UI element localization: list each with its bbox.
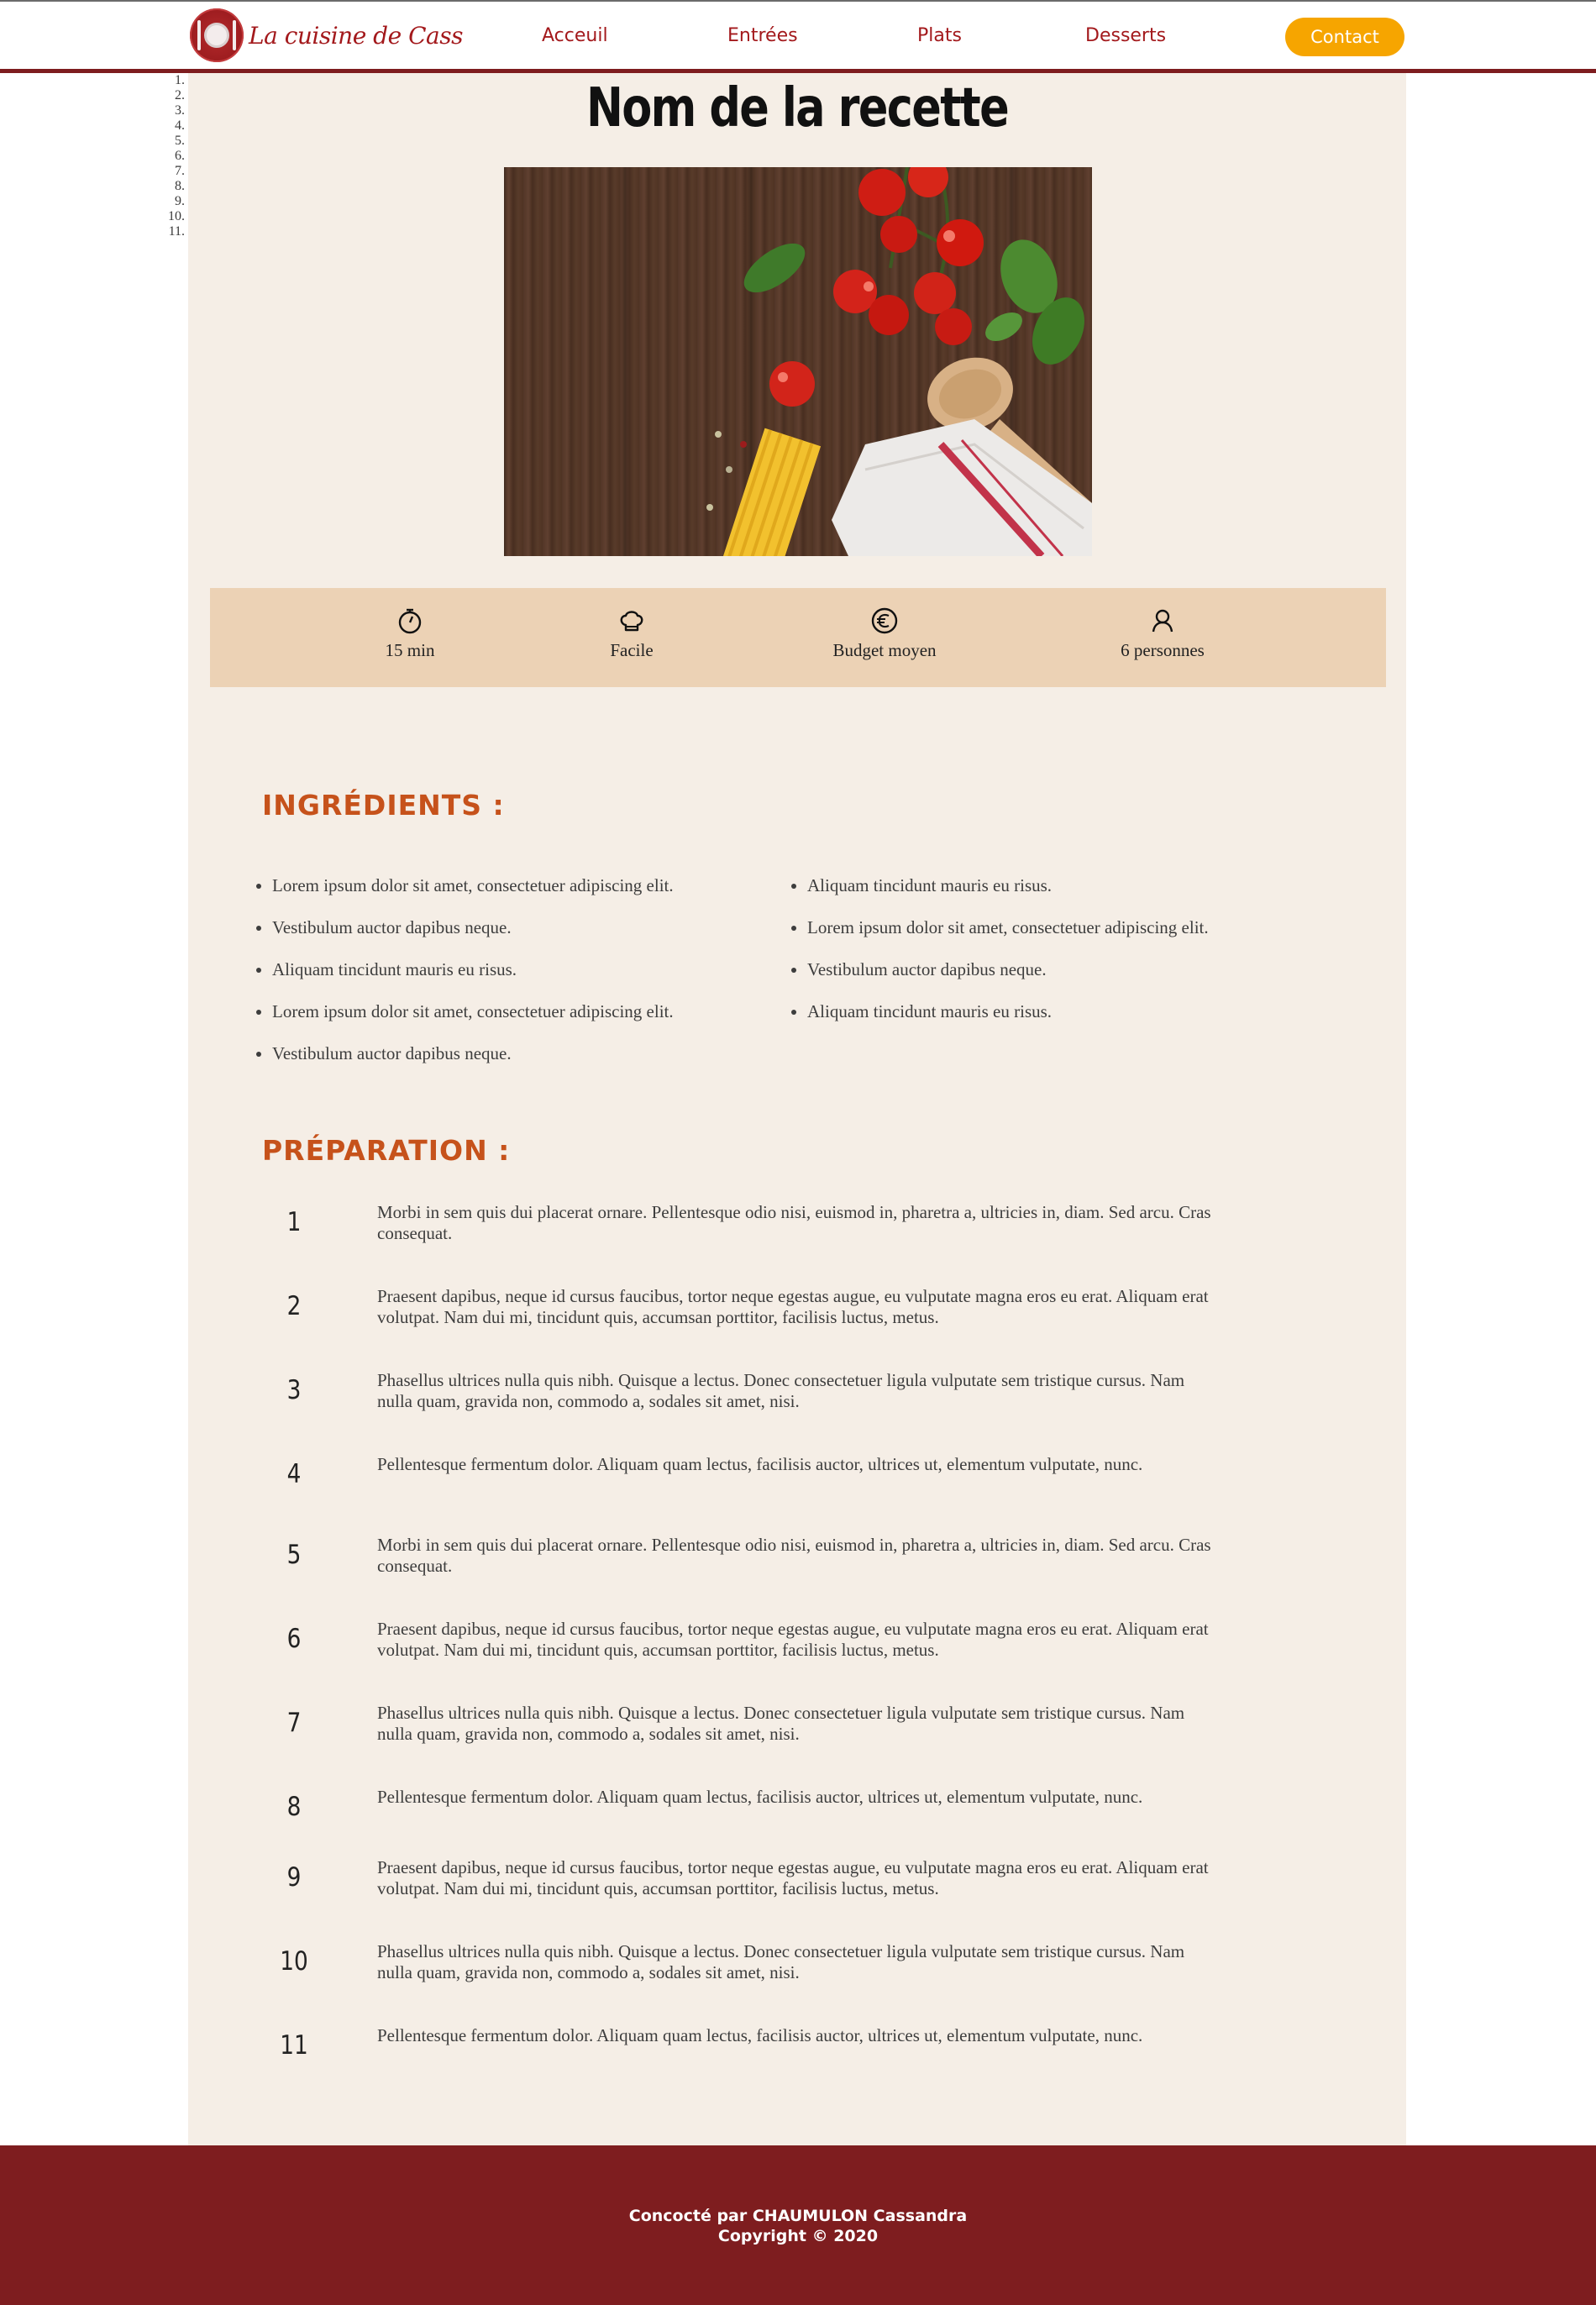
step-text: Morbi in sem quis dui placerat ornare. P… xyxy=(377,1535,1211,1576)
step-text: Praesent dapibus, neque id cursus faucib… xyxy=(377,1619,1209,1660)
step-number: 10 xyxy=(280,1946,308,1977)
stopwatch-icon xyxy=(398,608,422,634)
nav-link-entrees[interactable]: Entrées xyxy=(727,25,798,46)
nav-link-desserts[interactable]: Desserts xyxy=(1085,25,1166,46)
info-servings-label: 6 personnes xyxy=(1121,640,1205,660)
info-budget: Budget moyen xyxy=(801,606,969,661)
footer-copyright: Copyright © 2020 xyxy=(717,2227,879,2245)
plate-logo-icon xyxy=(190,8,244,62)
info-budget-label: Budget moyen xyxy=(832,640,937,660)
ingredients-heading: INGRÉDIENTS : xyxy=(262,789,505,822)
step-number: 4 xyxy=(286,1459,302,1489)
pasta-tomatoes-illustration xyxy=(504,167,1092,556)
info-servings: 6 personnes xyxy=(1079,606,1247,661)
step-text: Praesent dapibus, neque id cursus faucib… xyxy=(377,1857,1209,1898)
step-text: Phasellus ultrices nulla quis nibh. Quis… xyxy=(377,1370,1185,1411)
recipe-photo xyxy=(504,167,1092,556)
info-duration: 15 min xyxy=(326,606,494,661)
ingredient-item: Aliquam tincidunt mauris eu risus. xyxy=(272,959,517,980)
step-number: 1 xyxy=(286,1207,302,1237)
person-icon xyxy=(1152,609,1173,633)
recipe-title: Nom de la recette xyxy=(585,77,1010,139)
euro-icon xyxy=(871,607,898,634)
ingredient-item: Vestibulum auctor dapibus neque. xyxy=(807,959,1047,980)
nav-link-acceuil[interactable]: Acceuil xyxy=(542,25,608,46)
step-number: 6 xyxy=(286,1624,302,1654)
step-text: Phasellus ultrices nulla quis nibh. Quis… xyxy=(377,1703,1185,1744)
nav-link-plats[interactable]: Plats xyxy=(917,25,962,46)
step-number: 8 xyxy=(286,1792,302,1822)
chef-hat-icon xyxy=(620,611,643,632)
ingredient-item: Vestibulum auctor dapibus neque. xyxy=(272,917,512,938)
ingredient-item: Lorem ipsum dolor sit amet, consectetuer… xyxy=(272,875,674,896)
info-difficulty-label: Facile xyxy=(610,640,654,660)
contact-button[interactable]: Contact xyxy=(1285,18,1404,56)
info-difficulty: Facile xyxy=(548,606,716,661)
step-number: 7 xyxy=(286,1708,302,1738)
step-text: Praesent dapibus, neque id cursus faucib… xyxy=(377,1286,1209,1327)
logo-text: La cuisine de Cass xyxy=(249,21,463,50)
step-number: 5 xyxy=(286,1540,302,1570)
step-text: Phasellus ultrices nulla quis nibh. Quis… xyxy=(377,1941,1185,1982)
step-number: 2 xyxy=(286,1291,302,1321)
recipe-info-bar: 15 min Facile Budget moyen 6 personnes xyxy=(210,588,1386,687)
site-header: La cuisine de Cass Acceuil Entrées Plats… xyxy=(0,2,1596,69)
step-text: Pellentesque fermentum dolor. Aliquam qu… xyxy=(377,1787,1143,1807)
step-item: 6 Praesent dapibus, neque id cursus fauc… xyxy=(188,149,1406,1660)
footer-credit: Concocté par CHAUMULON Cassandra xyxy=(628,2207,968,2225)
ingredient-item: Lorem ipsum dolor sit amet, consectetuer… xyxy=(272,1001,674,1022)
ingredient-item: Vestibulum auctor dapibus neque. xyxy=(272,1043,512,1064)
step-text: Morbi in sem quis dui placerat ornare. P… xyxy=(377,1202,1211,1243)
ingredient-item: Lorem ipsum dolor sit amet, consectetuer… xyxy=(807,917,1209,938)
step-text: Pellentesque fermentum dolor. Aliquam qu… xyxy=(377,1454,1143,1474)
site-footer: Concocté par CHAUMULON Cassandra Copyrig… xyxy=(0,2145,1596,2305)
step-number: 9 xyxy=(286,1862,302,1893)
recipe-content: Nom de la recette 15 min Facile Budget m… xyxy=(188,73,1406,2145)
preparation-heading: PRÉPARATION : xyxy=(262,1134,511,1167)
step-number: 11 xyxy=(280,2030,308,2061)
step-text: Pellentesque fermentum dolor. Aliquam qu… xyxy=(377,2025,1143,2045)
ingredient-item: Aliquam tincidunt mauris eu risus. xyxy=(807,1001,1052,1022)
step-number: 3 xyxy=(286,1375,302,1405)
info-duration-label: 15 min xyxy=(385,640,435,660)
ingredient-item: Aliquam tincidunt mauris eu risus. xyxy=(807,875,1052,896)
site-logo[interactable]: La cuisine de Cass xyxy=(190,8,463,63)
